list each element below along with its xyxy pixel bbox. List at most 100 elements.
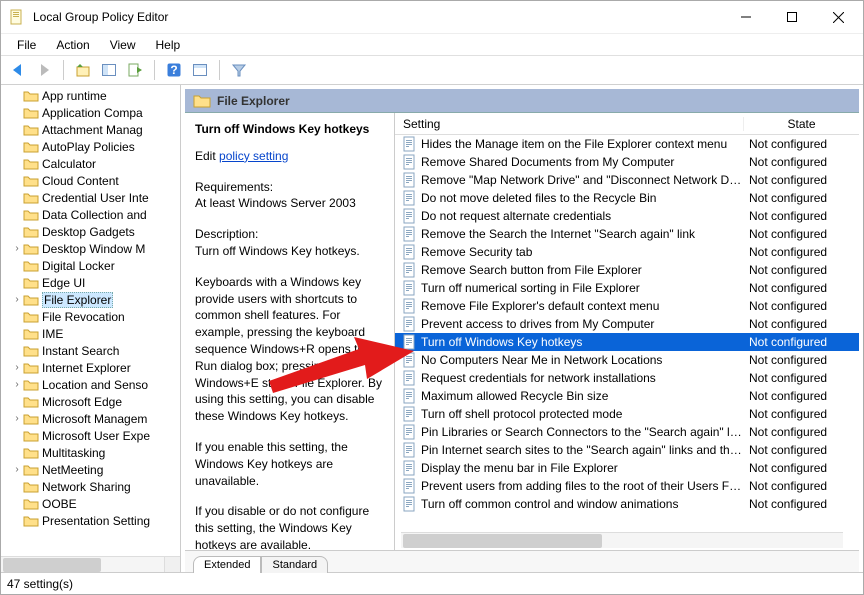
tree-item[interactable]: OOBE <box>1 495 180 512</box>
tree-item[interactable]: ›Location and Senso <box>1 376 180 393</box>
forward-button[interactable] <box>33 59 55 81</box>
minimize-button[interactable] <box>723 2 769 32</box>
tree-hscrollbar[interactable] <box>1 556 180 572</box>
expand-icon[interactable]: › <box>11 413 23 424</box>
description-paragraph-3: If you disable or do not configure this … <box>195 503 384 550</box>
policy-icon <box>401 280 417 296</box>
tree-item-label: Microsoft User Expe <box>42 429 150 443</box>
folder-icon <box>23 140 39 154</box>
tree-item[interactable]: Microsoft Edge <box>1 393 180 410</box>
list-row[interactable]: Prevent access to drives from My Compute… <box>395 315 859 333</box>
setting-state: Not configured <box>743 245 859 259</box>
list-row[interactable]: Turn off shell protocol protected modeNo… <box>395 405 859 423</box>
expand-icon[interactable]: › <box>11 243 23 254</box>
tree-item[interactable]: Credential User Inte <box>1 189 180 206</box>
list-row[interactable]: Turn off numerical sorting in File Explo… <box>395 279 859 297</box>
tree-item[interactable]: App runtime <box>1 87 180 104</box>
expand-icon[interactable]: › <box>11 379 23 390</box>
tree-item-label: File Revocation <box>42 310 125 324</box>
folder-icon <box>23 378 39 392</box>
tree-item[interactable]: Desktop Gadgets <box>1 223 180 240</box>
tree-item[interactable]: ›Internet Explorer <box>1 359 180 376</box>
list-row[interactable]: Remove Shared Documents from My Computer… <box>395 153 859 171</box>
list-row[interactable]: Turn off Windows Key hotkeysNot configur… <box>395 333 859 351</box>
list-hscrollbar[interactable] <box>401 532 843 548</box>
setting-state: Not configured <box>743 191 859 205</box>
policy-icon <box>401 406 417 422</box>
tree-item[interactable]: Cloud Content <box>1 172 180 189</box>
setting-name: Remove Security tab <box>421 245 743 259</box>
help-icon[interactable]: ? <box>163 59 185 81</box>
tree-item[interactable]: Microsoft User Expe <box>1 427 180 444</box>
column-headers[interactable]: Setting State <box>395 113 859 135</box>
column-state[interactable]: State <box>743 117 859 131</box>
list-row[interactable]: Remove "Map Network Drive" and "Disconne… <box>395 171 859 189</box>
column-setting[interactable]: Setting <box>395 117 743 131</box>
tree-item[interactable]: Digital Locker <box>1 257 180 274</box>
setting-state: Not configured <box>743 227 859 241</box>
list-row[interactable]: Remove File Explorer's default context m… <box>395 297 859 315</box>
up-icon[interactable] <box>72 59 94 81</box>
tree-item[interactable]: Data Collection and <box>1 206 180 223</box>
tree-item[interactable]: Calculator <box>1 155 180 172</box>
menu-action[interactable]: Action <box>48 36 97 54</box>
list-row[interactable]: Display the menu bar in File ExplorerNot… <box>395 459 859 477</box>
properties-icon[interactable] <box>189 59 211 81</box>
list-row[interactable]: Remove Security tabNot configured <box>395 243 859 261</box>
list-row[interactable]: Turn off common control and window anima… <box>395 495 859 513</box>
expand-icon[interactable]: › <box>11 362 23 373</box>
toolbar: ? <box>1 55 863 85</box>
folder-icon <box>23 497 39 511</box>
tree-item[interactable]: Edge UI <box>1 274 180 291</box>
tree-item[interactable]: File Revocation <box>1 308 180 325</box>
tree-item[interactable]: Multitasking <box>1 444 180 461</box>
show-hide-tree-icon[interactable] <box>98 59 120 81</box>
tab-extended[interactable]: Extended <box>193 556 261 573</box>
expand-icon[interactable]: › <box>11 464 23 475</box>
tree-item[interactable]: Instant Search <box>1 342 180 359</box>
list-row[interactable]: Maximum allowed Recycle Bin sizeNot conf… <box>395 387 859 405</box>
list-row[interactable]: Remove the Search the Internet "Search a… <box>395 225 859 243</box>
tree-item-label: AutoPlay Policies <box>42 140 135 154</box>
tree-item[interactable]: Application Compa <box>1 104 180 121</box>
maximize-button[interactable] <box>769 2 815 32</box>
menu-view[interactable]: View <box>102 36 144 54</box>
setting-state: Not configured <box>743 479 859 493</box>
list-row[interactable]: Pin Libraries or Search Connectors to th… <box>395 423 859 441</box>
tree-item[interactable]: ›Microsoft Managem <box>1 410 180 427</box>
list-row[interactable]: No Computers Near Me in Network Location… <box>395 351 859 369</box>
tree-item[interactable]: Presentation Setting <box>1 512 180 529</box>
tree-item[interactable]: AutoPlay Policies <box>1 138 180 155</box>
folder-icon <box>23 293 39 307</box>
list-row[interactable]: Prevent users from adding files to the r… <box>395 477 859 495</box>
menu-bar: File Action View Help <box>1 33 863 55</box>
tab-standard[interactable]: Standard <box>261 556 328 573</box>
list-row[interactable]: Request credentials for network installa… <box>395 369 859 387</box>
setting-state: Not configured <box>743 335 859 349</box>
tree-item[interactable]: Attachment Manag <box>1 121 180 138</box>
folder-icon <box>23 106 39 120</box>
list-row[interactable]: Do not request alternate credentialsNot … <box>395 207 859 225</box>
folder-icon <box>23 191 39 205</box>
list-row[interactable]: Pin Internet search sites to the "Search… <box>395 441 859 459</box>
list-row[interactable]: Do not move deleted files to the Recycle… <box>395 189 859 207</box>
export-icon[interactable] <box>124 59 146 81</box>
back-button[interactable] <box>7 59 29 81</box>
tree-item[interactable]: ›File Explorer <box>1 291 180 308</box>
setting-name: Remove Search button from File Explorer <box>421 263 743 277</box>
tree-item[interactable]: Network Sharing <box>1 478 180 495</box>
setting-name: Hides the Manage item on the File Explor… <box>421 137 743 151</box>
svg-text:?: ? <box>170 63 177 77</box>
expand-icon[interactable]: › <box>11 294 23 305</box>
list-row[interactable]: Remove Search button from File ExplorerN… <box>395 261 859 279</box>
list-row[interactable]: Hides the Manage item on the File Explor… <box>395 135 859 153</box>
menu-file[interactable]: File <box>9 36 44 54</box>
filter-icon[interactable] <box>228 59 250 81</box>
tree-item[interactable]: ›Desktop Window M <box>1 240 180 257</box>
close-button[interactable] <box>815 2 861 32</box>
tree-item[interactable]: ›NetMeeting <box>1 461 180 478</box>
policy-icon <box>401 298 417 314</box>
edit-policy-link[interactable]: policy setting <box>219 149 288 163</box>
menu-help[interactable]: Help <box>148 36 189 54</box>
tree-item[interactable]: IME <box>1 325 180 342</box>
